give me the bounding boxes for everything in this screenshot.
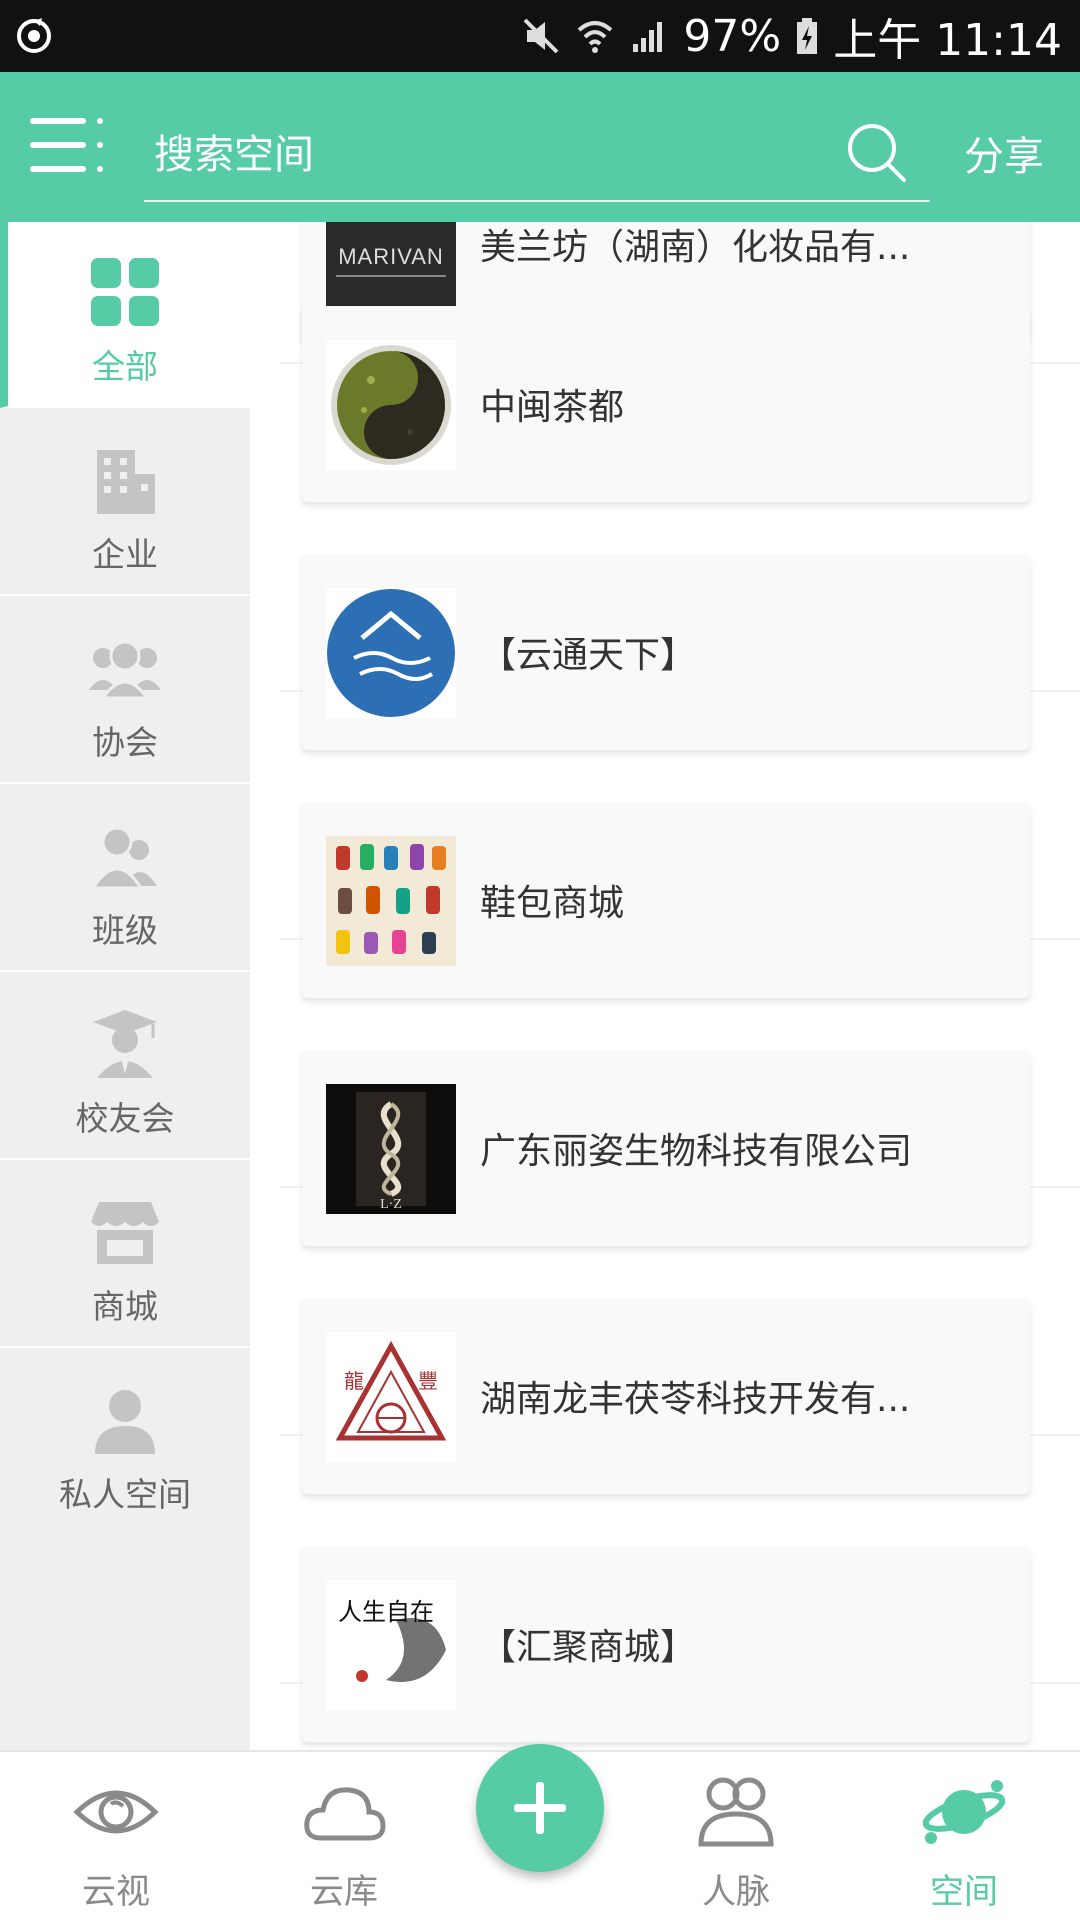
list-item[interactable]: L·Z 广东丽姿生物科技有限公司 <box>302 1050 1030 1246</box>
search-input[interactable]: 搜索空间 <box>144 94 930 202</box>
search-icon[interactable] <box>844 120 908 184</box>
nav-label: 云视 <box>82 1872 150 1912</box>
building-icon <box>97 450 155 514</box>
search-placeholder: 搜索空间 <box>154 132 314 178</box>
nav-label: 云库 <box>310 1872 378 1912</box>
eye-icon <box>73 1790 159 1834</box>
signal-icon <box>633 22 663 52</box>
lz-logo: L·Z <box>326 1084 456 1214</box>
sidebar-item-label: 企业 <box>92 535 158 574</box>
sidebar-item-label: 全部 <box>92 347 158 386</box>
nav-tab-cloud-view[interactable]: 云视 <box>16 1752 216 1920</box>
nav-tab-cloud-library[interactable]: 云库 <box>244 1752 444 1920</box>
plus-icon <box>514 1782 566 1834</box>
sidebar-item-label: 协会 <box>92 723 158 762</box>
contacts-icon <box>698 1777 774 1847</box>
sidebar-item-label: 私人空间 <box>59 1475 191 1514</box>
add-button[interactable] <box>476 1744 604 1872</box>
list-item-title: 美兰坊（湖南）化妆品有... <box>480 227 911 268</box>
menu-icon[interactable] <box>30 118 106 172</box>
thumb-text: 豐 <box>418 1369 438 1393</box>
list-item-title: 湖南龙丰茯苓科技开发有... <box>480 1379 911 1420</box>
marivan-logo: MARIVAN <box>326 222 456 310</box>
people-icon <box>90 826 157 890</box>
person-icon <box>95 1390 155 1454</box>
graduate-icon <box>93 1010 157 1078</box>
list-item-title: 广东丽姿生物科技有限公司 <box>480 1131 913 1172</box>
list-item-title: 鞋包商城 <box>480 883 625 924</box>
status-time: 上午 11:14 <box>833 15 1062 66</box>
nav-label: 空间 <box>930 1872 998 1912</box>
list-item[interactable]: 【云通天下】 <box>302 554 1030 750</box>
mute-icon <box>523 18 559 54</box>
app-header: 搜索空间 分享 <box>0 72 1080 222</box>
thumb-text: L·Z <box>380 1197 402 1212</box>
thumb-text: 龍 <box>344 1369 364 1393</box>
calligraphy-image: 人生自在 <box>326 1580 456 1710</box>
sidebar-item-private[interactable]: 私人空间 <box>0 1350 250 1536</box>
sidebar-item-association[interactable]: 协会 <box>0 598 250 784</box>
nav-label: 人脉 <box>702 1872 770 1912</box>
list-item[interactable]: 鞋包商城 <box>302 802 1030 998</box>
category-sidebar: 全部 企业 协会 班级 校友会 商城 私人空间 <box>0 222 250 1750</box>
nav-tab-contacts[interactable]: 人脉 <box>636 1752 836 1920</box>
shoes-image <box>326 836 456 966</box>
sidebar-item-label: 校友会 <box>75 1099 175 1138</box>
group-icon <box>89 640 161 700</box>
sidebar-item-all[interactable]: 全部 <box>0 222 250 408</box>
list-item[interactable]: 人生自在 【汇聚商城】 <box>302 1546 1030 1742</box>
share-button[interactable]: 分享 <box>964 124 1044 182</box>
battery-charging-icon <box>797 18 818 54</box>
list-item-title: 【云通天下】 <box>480 635 697 676</box>
sidebar-item-alumni[interactable]: 校友会 <box>0 974 250 1160</box>
cloud-icon <box>304 1787 386 1841</box>
planet-icon <box>922 1780 1006 1844</box>
shop-icon <box>91 1202 159 1264</box>
grid-icon <box>91 258 159 326</box>
list-item[interactable]: 中闽茶都 <box>302 306 1030 502</box>
thumb-text: 人生自在 <box>338 1598 434 1626</box>
thumb-text: MARIVAN <box>338 244 444 269</box>
list-item-title: 【汇聚商城】 <box>480 1627 697 1668</box>
longfeng-logo: 龍 豐 <box>326 1332 456 1462</box>
sidebar-item-enterprise[interactable]: 企业 <box>0 410 250 596</box>
list-item-title: 中闽茶都 <box>480 387 625 428</box>
nav-tab-space[interactable]: 空间 <box>864 1752 1064 1920</box>
sidebar-item-label: 班级 <box>92 911 158 950</box>
tea-image <box>326 340 456 470</box>
status-bar: 97% 上午 11:14 <box>0 0 1080 72</box>
sync-icon <box>17 18 51 53</box>
cloud-house-logo <box>326 588 456 718</box>
space-list: MARIVAN 美兰坊（湖南）化妆品有... 中闽茶都 【云通天下】 鞋包商城 … <box>280 222 1080 1750</box>
list-item[interactable]: 龍 豐 湖南龙丰茯苓科技开发有... <box>302 1298 1030 1494</box>
wifi-icon <box>578 21 613 53</box>
battery-percent: 97% <box>683 10 782 62</box>
sidebar-item-class[interactable]: 班级 <box>0 786 250 972</box>
sidebar-item-shop[interactable]: 商城 <box>0 1162 250 1348</box>
sidebar-gutter <box>250 222 280 1750</box>
sidebar-item-label: 商城 <box>92 1287 158 1326</box>
